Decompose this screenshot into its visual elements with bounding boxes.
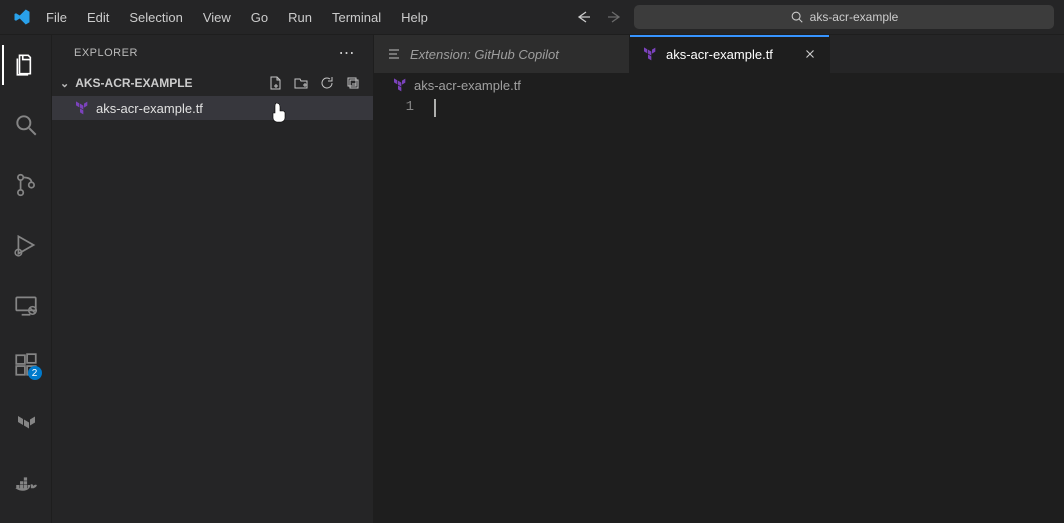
breadcrumb-file: aks-acr-example.tf — [414, 78, 521, 93]
menu-go[interactable]: Go — [241, 6, 278, 29]
nav-arrows — [576, 9, 622, 25]
close-tab-icon[interactable] — [803, 47, 817, 61]
activity-remote-icon[interactable] — [2, 285, 50, 325]
sidebar-title: EXPLORER — [74, 47, 138, 59]
sidebar-more-icon[interactable]: ⋯ — [339, 43, 356, 63]
file-tree-item[interactable]: aks-acr-example.tf — [52, 96, 373, 120]
new-folder-icon[interactable] — [293, 75, 309, 91]
menu-edit[interactable]: Edit — [77, 6, 119, 29]
new-file-icon[interactable] — [267, 75, 283, 91]
collapse-all-icon[interactable] — [345, 75, 361, 91]
menu-run[interactable]: Run — [278, 6, 322, 29]
nav-forward-icon[interactable] — [606, 9, 622, 25]
menu-help[interactable]: Help — [391, 6, 438, 29]
folder-name: AKS-ACR-EXAMPLE — [75, 76, 192, 90]
breadcrumbs[interactable]: aks-acr-example.tf — [374, 73, 1064, 97]
activity-search-icon[interactable] — [2, 105, 50, 145]
activity-bar: 2 — [0, 35, 52, 523]
menu-view[interactable]: View — [193, 6, 241, 29]
command-center-search[interactable]: aks-acr-example — [634, 5, 1054, 29]
menu-selection[interactable]: Selection — [119, 6, 192, 29]
activity-run-debug-icon[interactable] — [2, 225, 50, 265]
line-number-gutter: 1 — [374, 97, 434, 523]
titlebar: File Edit Selection View Go Run Terminal… — [0, 0, 1064, 35]
vscode-logo-icon — [8, 8, 36, 26]
text-cursor — [434, 99, 436, 117]
tab-label: aks-acr-example.tf — [666, 47, 773, 62]
editor-area: Extension: GitHub Copilot aks-acr-exampl… — [374, 35, 1064, 523]
extension-tab-icon — [386, 46, 402, 62]
editor-body[interactable]: 1 — [374, 97, 1064, 523]
menu-bar: File Edit Selection View Go Run Terminal… — [36, 6, 438, 29]
folder-header[interactable]: ⌄ AKS-ACR-EXAMPLE — [52, 70, 373, 96]
code-content[interactable] — [434, 97, 1064, 523]
tabs-bar: Extension: GitHub Copilot aks-acr-exampl… — [374, 35, 1064, 73]
activity-docker-icon[interactable] — [2, 465, 50, 505]
file-name: aks-acr-example.tf — [96, 101, 203, 116]
activity-extensions-icon[interactable]: 2 — [2, 345, 50, 385]
search-icon — [790, 10, 804, 24]
nav-back-icon[interactable] — [576, 9, 592, 25]
terraform-file-icon — [392, 77, 408, 93]
terraform-file-icon — [74, 100, 90, 116]
refresh-icon[interactable] — [319, 75, 335, 91]
menu-file[interactable]: File — [36, 6, 77, 29]
chevron-down-icon: ⌄ — [60, 77, 69, 90]
extensions-badge: 2 — [28, 366, 42, 380]
activity-terraform-icon[interactable] — [2, 405, 50, 445]
activity-source-control-icon[interactable] — [2, 165, 50, 205]
terraform-file-icon — [642, 46, 658, 62]
search-text: aks-acr-example — [810, 10, 899, 24]
line-number: 1 — [374, 99, 414, 115]
tab-label: Extension: GitHub Copilot — [410, 47, 559, 62]
tab-extension-copilot[interactable]: Extension: GitHub Copilot — [374, 35, 630, 73]
menu-terminal[interactable]: Terminal — [322, 6, 391, 29]
tab-aks-acr-example[interactable]: aks-acr-example.tf — [630, 35, 830, 73]
sidebar-explorer: EXPLORER ⋯ ⌄ AKS-ACR-EXAMPLE aks-acr-exa… — [52, 35, 374, 523]
activity-explorer-icon[interactable] — [2, 45, 50, 85]
